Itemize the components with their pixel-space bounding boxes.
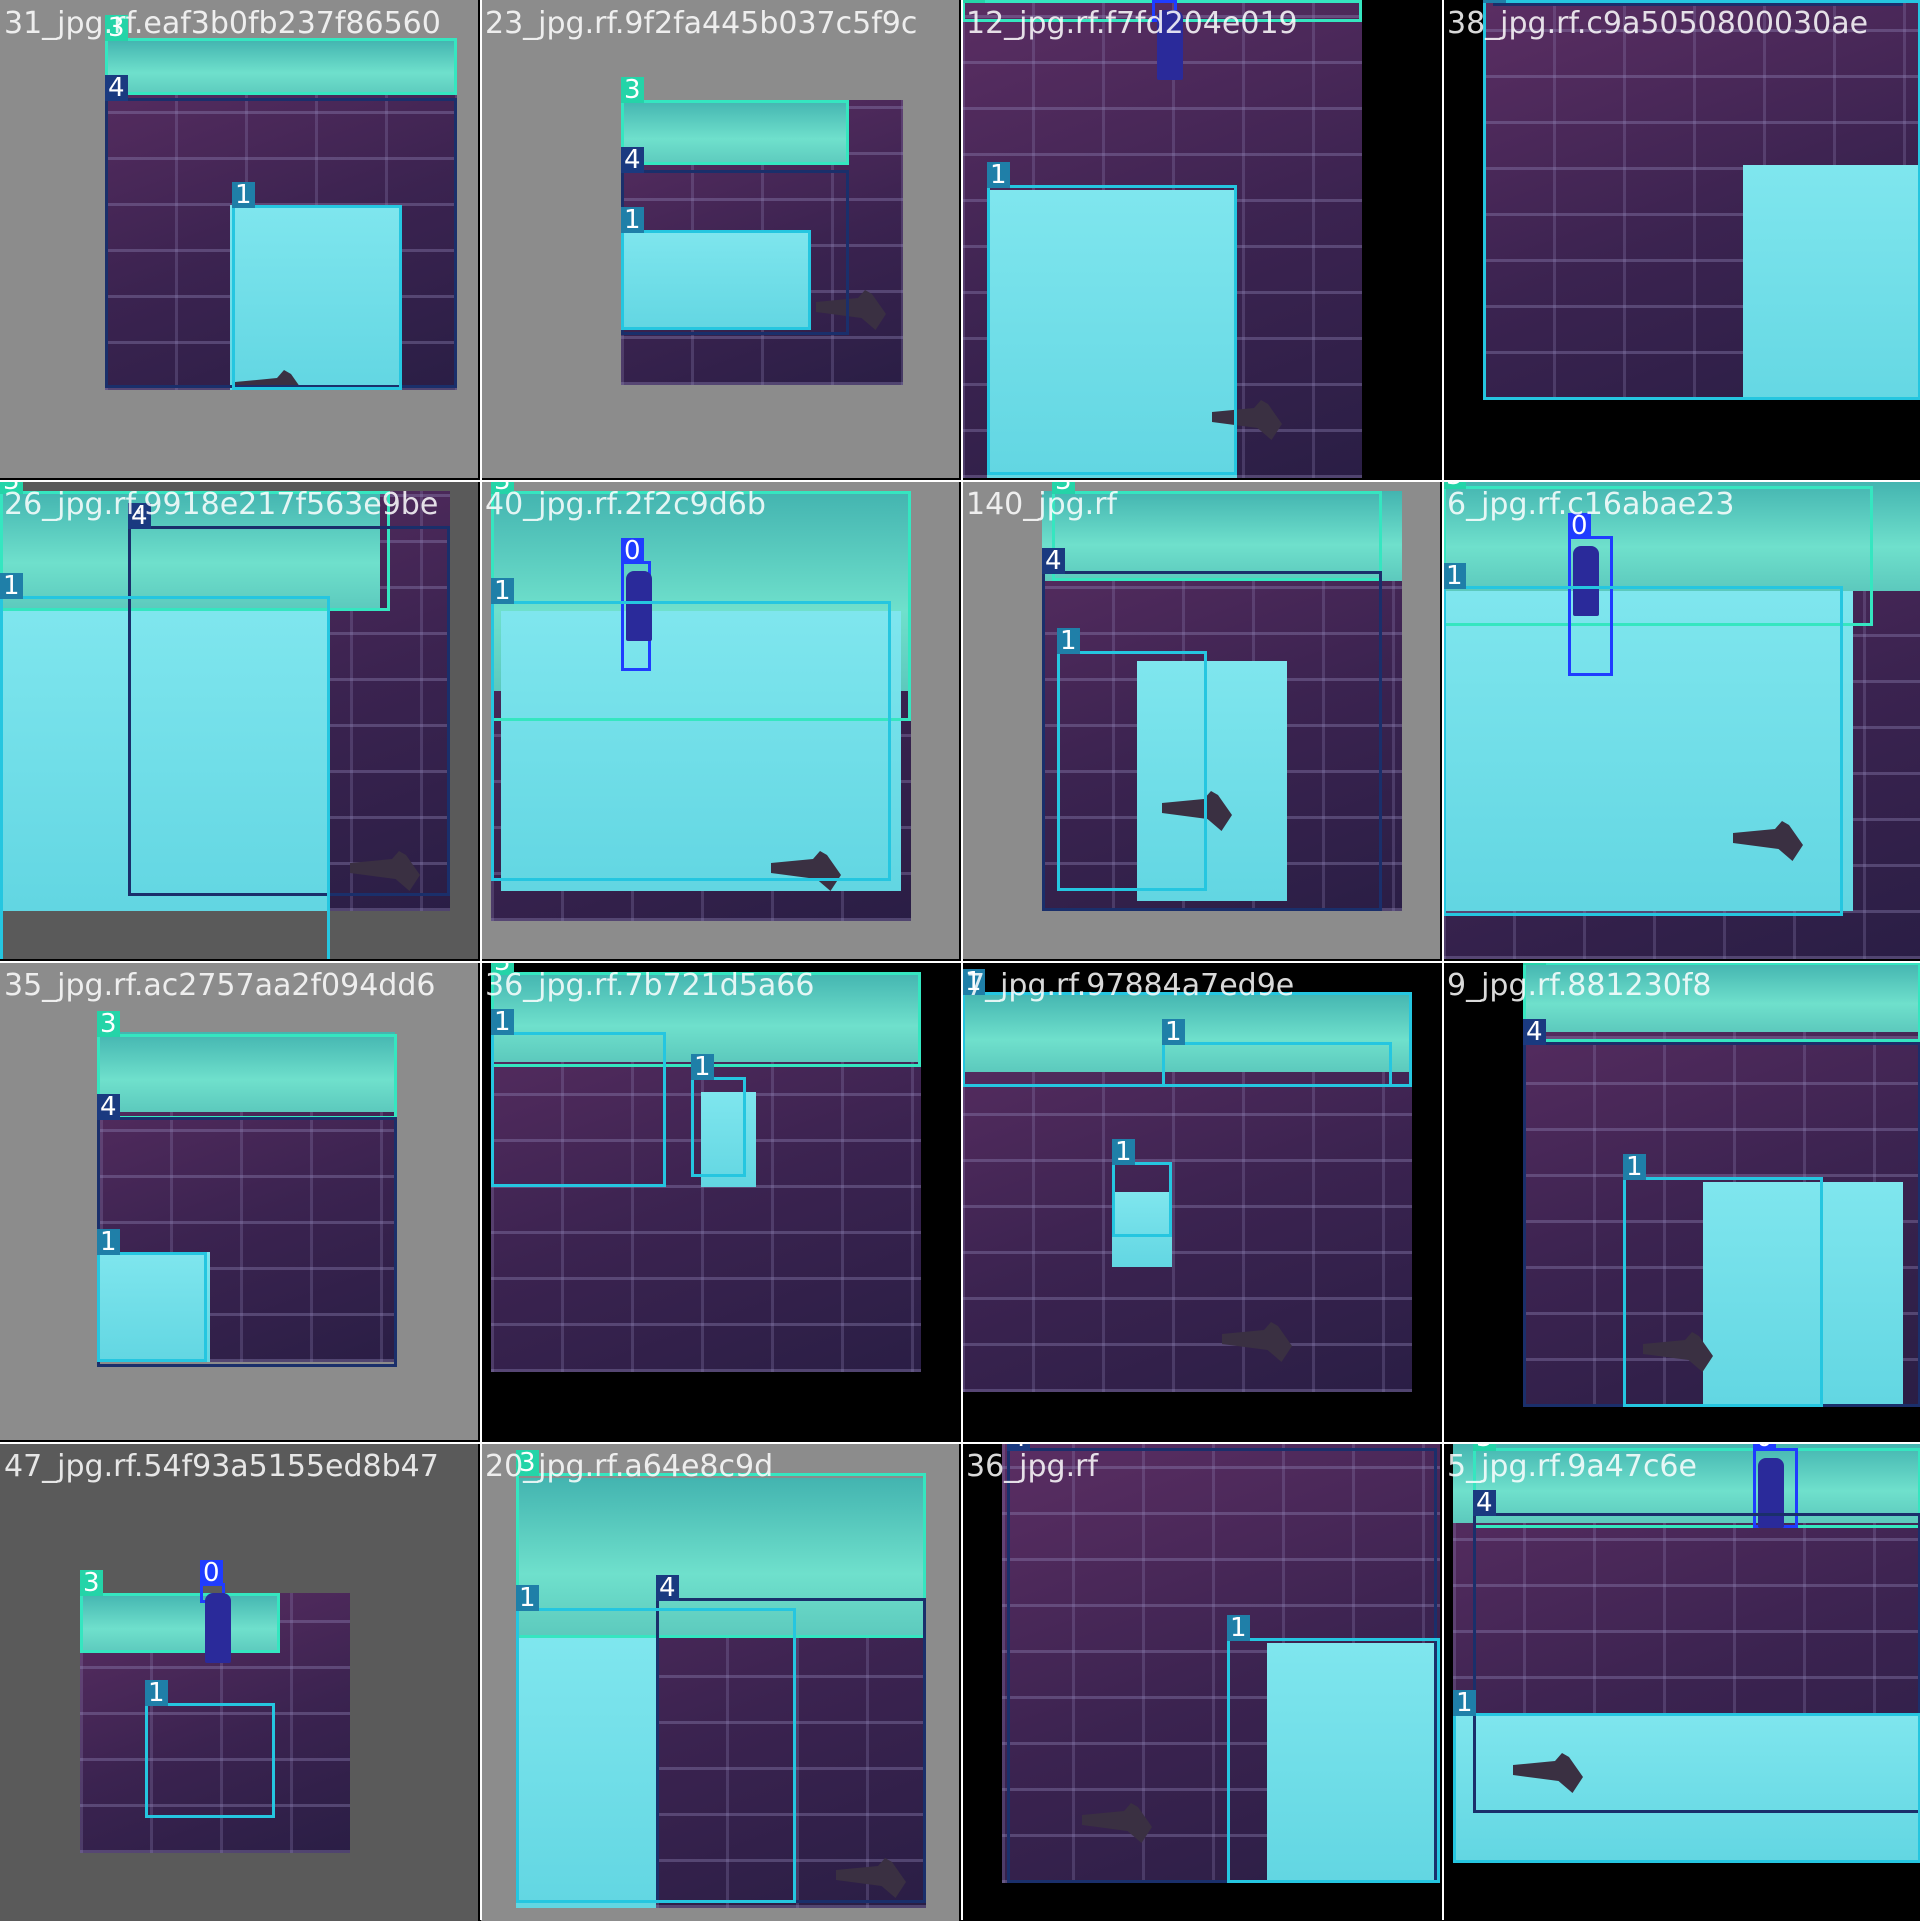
class-id-label: 4 [621, 147, 644, 173]
training-batch-mosaic: 3 4 1 31_jpg.rf.eaf3b0fb237f86560 3 4 1 23_jpg.… [0, 0, 1920, 1921]
filename-label: 31_jpg.rf.eaf3b0fb237f86560 [4, 6, 441, 41]
mosaic-tile: 4138_jpg.rf.c9a5050800030ae [1443, 0, 1920, 478]
tile-divider [480, 0, 482, 1920]
tile-divider [1442, 0, 1444, 1920]
filename-label: 140_jpg.rf [966, 487, 1118, 522]
mosaic-tile: 1 1 1 7_jpg.rf.97884a7ed9e [962, 962, 1440, 1440]
bounding-box: 1 [232, 182, 402, 390]
tile-divider [961, 0, 963, 1920]
bounding-box: 1 [1453, 1690, 1920, 1863]
class-id-label: 1 [491, 578, 514, 604]
bounding-box: 1 [491, 578, 891, 881]
class-id-label: 1 [491, 1009, 514, 1035]
class-id-label: 3 [962, 0, 985, 3]
class-id-label: 1 [1443, 563, 1466, 589]
filename-label: 35_jpg.rf.ac2757aa2f094dd6 [4, 968, 436, 1003]
class-id-label: 0 [1753, 1443, 1776, 1451]
bounding-box: 1 [1483, 0, 1920, 400]
class-id-label: 4 [656, 1575, 679, 1601]
class-id-label: 3 [80, 1570, 103, 1596]
mosaic-tile: 3016_jpg.rf.c16abae23 [1443, 481, 1920, 959]
filename-label: 12_jpg.rf.f7fd204e019 [966, 6, 1298, 41]
mosaic-tile: 3 4 1 140_jpg.rf [962, 481, 1440, 959]
class-id-label: 4 [97, 1094, 120, 1120]
class-id-label: 1 [145, 1680, 168, 1706]
filename-label: 40_jpg.rf.2f2c9d6b [485, 487, 766, 522]
filename-label: 20_jpg.rf.a64e8c9d [485, 1449, 774, 1484]
class-id-label: 1 [1483, 0, 1506, 3]
bounding-box: 1 [1057, 628, 1207, 891]
class-id-label: 1 [1057, 628, 1080, 654]
bounding-box: 1 [97, 1229, 207, 1362]
mosaic-tile: 3419_jpg.rf.881230f8 [1443, 962, 1920, 1440]
bounding-box: 1 [1623, 1154, 1823, 1407]
bounding-box: 3 [97, 1011, 397, 1119]
bounding-box: 1 [491, 1009, 666, 1187]
tile-divider [0, 961, 1920, 963]
target-figure [205, 1593, 231, 1663]
filename-label: 6_jpg.rf.c16abae23 [1447, 487, 1735, 522]
filename-label: 38_jpg.rf.c9a5050800030ae [1447, 6, 1869, 41]
mosaic-tile: 3 0 1 47_jpg.rf.54f93a5155ed8b47 [0, 1443, 478, 1921]
class-id-label: 1 [232, 182, 255, 208]
class-id-label: 1 [516, 1585, 539, 1611]
filename-label: 26_jpg.rf.9918e217f563e9be [4, 487, 439, 522]
bounding-box: 1 [621, 207, 811, 330]
mosaic-tile: 3 4 1 23_jpg.rf.9f2fa445b037c5f9c [481, 0, 959, 478]
class-id-label: 0 [621, 538, 644, 564]
tile-divider [0, 480, 1920, 482]
bounding-box: 1 [516, 1585, 796, 1903]
mosaic-tile: 30415_jpg.rf.9a47c6e [1443, 1443, 1920, 1921]
mosaic-tile: 3 0 1 40_jpg.rf.2f2c9d6b [481, 481, 959, 959]
class-id-label: 1 [987, 162, 1010, 188]
class-id-label: 4 [105, 75, 128, 101]
bounding-box: 1 [1227, 1615, 1440, 1883]
bounding-box: 1 [1112, 1139, 1172, 1237]
filename-label: 36_jpg.rf.7b721d5a66 [485, 968, 815, 1003]
filename-label: 9_jpg.rf.881230f8 [1447, 968, 1712, 1003]
class-id-label: 4 [1042, 548, 1065, 574]
mosaic-tile: 3 4 1 35_jpg.rf.ac2757aa2f094dd6 [0, 962, 478, 1440]
tile-divider [0, 1442, 1920, 1444]
class-id-label: 1 [1623, 1154, 1646, 1180]
mosaic-tile: 3 0 1 12_jpg.rf.f7fd204e019 [962, 0, 1440, 478]
weapon-silhouette [1222, 1322, 1292, 1362]
bounding-box: 1 [0, 573, 330, 959]
bounding-box: 3 [80, 1570, 280, 1653]
bounding-box: 1 [1443, 563, 1843, 916]
class-id-label: 1 [97, 1229, 120, 1255]
bounding-box: 1 [987, 162, 1237, 475]
class-id-label: 3 [97, 1011, 120, 1037]
filename-label: 47_jpg.rf.54f93a5155ed8b47 [4, 1449, 439, 1484]
mosaic-tile: 3 4 1 26_jpg.rf.9918e217f563e9be [0, 481, 478, 959]
class-id-label: 4 [1473, 1490, 1496, 1516]
filename-label: 5_jpg.rf.9a47c6e [1447, 1449, 1697, 1484]
mosaic-tile: 4136_jpg.rf [962, 1443, 1440, 1921]
bounding-box: 3 [621, 77, 849, 165]
class-id-label: 1 [621, 207, 644, 233]
filename-label: 7_jpg.rf.97884a7ed9e [966, 968, 1295, 1003]
class-id-label: 1 [1112, 1139, 1135, 1165]
mosaic-tile: 3 4 1 20_jpg.rf.a64e8c9d [481, 1443, 959, 1921]
bounding-box: 3 [105, 15, 457, 95]
class-id-label: 1 [1227, 1615, 1250, 1641]
bounding-box: 1 [1162, 1019, 1392, 1087]
class-id-label: 0 [200, 1560, 223, 1586]
class-id-label: 1 [0, 573, 23, 599]
mosaic-tile: 3 4 1 31_jpg.rf.eaf3b0fb237f86560 [0, 0, 478, 478]
filename-label: 23_jpg.rf.9f2fa445b037c5f9c [485, 6, 918, 41]
class-id-label: 4 [1523, 1019, 1546, 1045]
class-id-label: 1 [1162, 1019, 1185, 1045]
class-id-label: 1 [1453, 1690, 1476, 1716]
class-id-label: 1 [691, 1054, 714, 1080]
mosaic-tile: 3 1 1 36_jpg.rf.7b721d5a66 [481, 962, 959, 1440]
bounding-box: 1 [691, 1054, 746, 1177]
class-id-label: 3 [621, 77, 644, 103]
filename-label: 36_jpg.rf [966, 1449, 1099, 1484]
bounding-box: 1 [145, 1680, 275, 1818]
class-id-label: 0 [1152, 0, 1175, 3]
